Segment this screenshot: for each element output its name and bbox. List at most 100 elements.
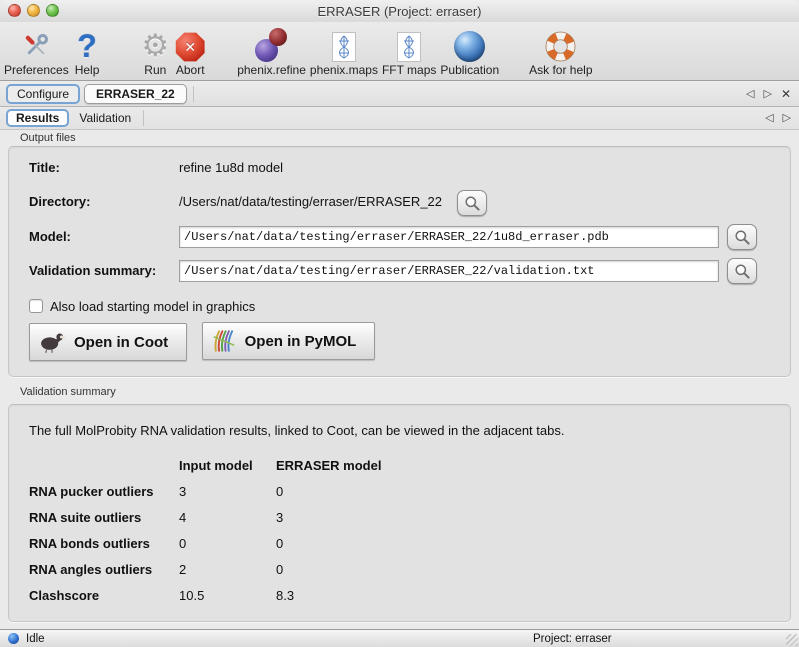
toolbar-button-abort[interactable]: ✕ Abort	[175, 26, 205, 77]
tab-configure[interactable]: Configure	[6, 84, 80, 104]
browse-validation-button[interactable]	[727, 258, 757, 284]
globe-icon	[454, 26, 485, 62]
output-files-groupbox: Title: refine 1u8d model Directory: /Use…	[8, 146, 791, 377]
tab-nav-controls: ◁ ▷ ✕	[746, 88, 791, 100]
column-header-input-model: Input model	[179, 453, 276, 479]
magnifier-icon	[734, 263, 751, 280]
tab-separator	[193, 86, 194, 102]
status-bar: Idle Project: erraser	[0, 629, 799, 647]
tab-results[interactable]: Results	[6, 109, 69, 127]
resize-grip-icon[interactable]	[786, 634, 798, 646]
table-cell: 4	[179, 505, 276, 531]
toolbar-label: Ask for help	[529, 63, 592, 77]
close-window-button[interactable]	[8, 4, 21, 17]
toolbar-label: phenix.refine	[237, 63, 306, 77]
open-in-pymol-button[interactable]: Open in PyMOL	[202, 322, 376, 360]
toolbar-label: Preferences	[4, 63, 69, 77]
validation-summary-label: Validation summary:	[29, 263, 179, 278]
directory-label: Directory:	[29, 194, 179, 209]
table-cell: 2	[179, 557, 276, 583]
title-value: refine 1u8d model	[179, 160, 283, 175]
model-label: Model:	[29, 229, 179, 244]
column-header-erraser-model: ERRASER model	[276, 453, 381, 479]
table-row-label: RNA suite outliers	[29, 505, 179, 531]
tab-validation[interactable]: Validation	[69, 110, 141, 126]
load-starting-model-checkbox[interactable]	[29, 299, 43, 313]
tab-label: Validation	[79, 111, 131, 125]
tab-scroll-right-icon[interactable]: ▷	[783, 112, 791, 124]
tab-close-icon[interactable]: ✕	[781, 88, 791, 100]
toolbar-button-phenix-refine[interactable]: phenix.refine	[237, 26, 306, 77]
browse-model-button[interactable]	[727, 224, 757, 250]
toolbar: Preferences ? Help ⚙ Run ✕ Abort phenix.…	[0, 22, 799, 81]
toolbar-button-ask-for-help[interactable]: Ask for help	[529, 26, 592, 77]
open-buttons-row: Open in Coot Open in PyMOL	[29, 322, 790, 361]
toolbar-button-run[interactable]: ⚙ Run	[141, 26, 169, 77]
tab-scroll-right-icon[interactable]: ▷	[763, 88, 771, 100]
tools-icon	[20, 26, 52, 62]
table-cell: 10.5	[179, 583, 276, 609]
tab-erraser-22[interactable]: ERRASER_22	[84, 84, 187, 104]
table-cell: 0	[179, 531, 276, 557]
table-cell: 0	[276, 531, 381, 557]
abort-icon: ✕	[175, 26, 205, 62]
toolbar-button-preferences[interactable]: Preferences	[4, 26, 69, 77]
table-cell: 8.3	[276, 583, 381, 609]
toolbar-label: Help	[75, 63, 100, 77]
table-cell: 3	[276, 505, 381, 531]
validation-intro-text: The full MolProbity RNA validation resul…	[29, 423, 564, 438]
pymol-ribbon-icon	[211, 328, 237, 354]
help-icon: ?	[77, 26, 97, 62]
minimize-window-button[interactable]	[27, 4, 40, 17]
validation-summary-groupbox: The full MolProbity RNA validation resul…	[8, 404, 791, 622]
button-label: Open in PyMOL	[245, 333, 357, 350]
tab-scroll-left-icon[interactable]: ◁	[746, 88, 754, 100]
directory-value: /Users/nat/data/testing/erraser/ERRASER_…	[179, 194, 442, 209]
toolbar-label: Run	[144, 63, 166, 77]
toolbar-button-help[interactable]: ? Help	[75, 26, 100, 77]
status-indicator-icon	[8, 633, 19, 644]
window-controls	[8, 4, 59, 17]
validation-path-input[interactable]	[179, 260, 719, 282]
toolbar-label: phenix.maps	[310, 63, 378, 77]
coot-bird-icon	[38, 330, 66, 354]
table-corner-cell	[29, 453, 179, 479]
open-in-coot-button[interactable]: Open in Coot	[29, 323, 187, 361]
toolbar-button-fft-maps[interactable]: FFT maps	[382, 26, 436, 77]
refine-spheres-icon	[254, 26, 290, 62]
validation-table: Input model ERRASER model RNA pucker out…	[29, 453, 381, 609]
table-row-label: RNA pucker outliers	[29, 479, 179, 505]
toolbar-label: FFT maps	[382, 63, 436, 77]
status-text: Idle	[26, 633, 45, 645]
window-title: ERRASER (Project: erraser)	[0, 4, 799, 19]
tab-separator	[143, 110, 144, 126]
button-label: Open in Coot	[74, 334, 168, 351]
toolbar-button-publication[interactable]: Publication	[440, 26, 499, 77]
zoom-window-button[interactable]	[46, 4, 59, 17]
table-row-label: RNA angles outliers	[29, 557, 179, 583]
magnifier-icon	[734, 229, 751, 246]
results-panel: Output files Title: refine 1u8d model Di…	[0, 130, 799, 629]
magnifier-icon	[464, 195, 481, 212]
lifebuoy-icon	[545, 26, 576, 62]
project-status-text: Project: erraser	[533, 633, 612, 645]
table-cell: 0	[276, 557, 381, 583]
tab-scroll-left-icon[interactable]: ◁	[765, 112, 773, 124]
tab-label: Results	[16, 111, 59, 125]
gear-icon: ⚙	[141, 26, 169, 62]
browse-directory-button[interactable]	[457, 190, 487, 216]
title-bar: ERRASER (Project: erraser)	[0, 0, 799, 22]
output-files-section-label: Output files	[20, 132, 76, 144]
model-path-input[interactable]	[179, 226, 719, 248]
validation-summary-section-label: Validation summary	[20, 386, 116, 398]
sub-tab-bar: Results Validation ◁ ▷	[0, 107, 799, 130]
toolbar-button-phenix-maps[interactable]: phenix.maps	[310, 26, 378, 77]
table-cell: 0	[276, 479, 381, 505]
map-mesh-icon	[397, 26, 421, 62]
title-label: Title:	[29, 160, 179, 175]
checkbox-row: Also load starting model in graphics	[29, 298, 790, 316]
tab-label: ERRASER_22	[96, 87, 175, 101]
table-row-label: RNA bonds outliers	[29, 531, 179, 557]
tab-label: Configure	[17, 87, 69, 101]
table-row-label: Clashscore	[29, 583, 179, 609]
